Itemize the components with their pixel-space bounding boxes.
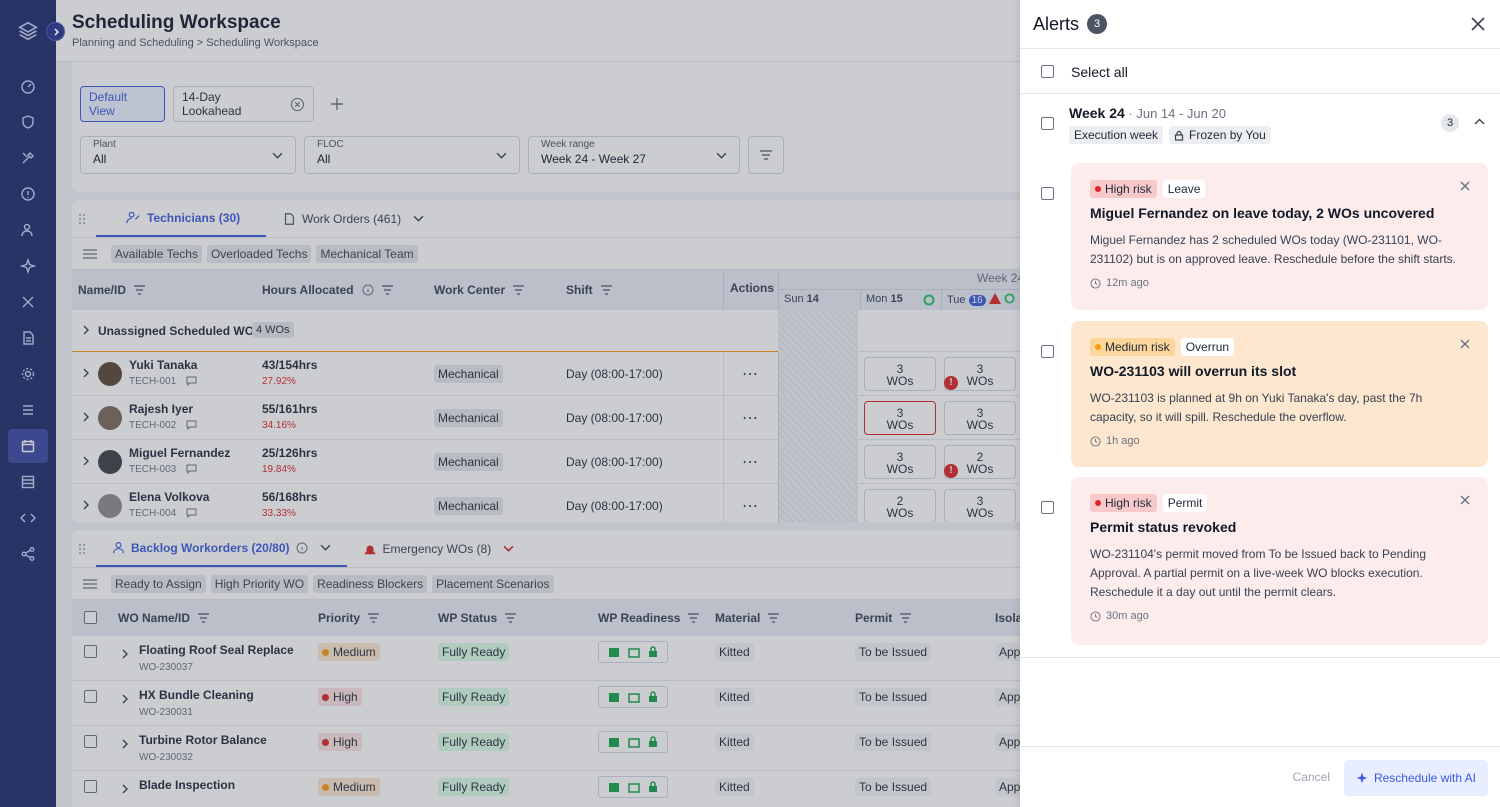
frozen-label: Frozen by You <box>1189 128 1266 142</box>
week-title: Week 24 <box>1069 105 1125 121</box>
alert-type-badge: Permit <box>1162 494 1208 512</box>
risk-dot <box>1095 186 1101 192</box>
alert-checkbox[interactable] <box>1041 501 1054 514</box>
alert-checkbox[interactable] <box>1041 187 1054 200</box>
cancel-button[interactable]: Cancel <box>1293 770 1330 784</box>
drawer-footer: Cancel Reschedule with AI <box>1020 746 1500 807</box>
alert-type-badge: Overrun <box>1180 338 1235 356</box>
alert-card[interactable]: High risk Leave Miguel Fernandez on leav… <box>1071 163 1488 310</box>
risk-label: High risk <box>1105 182 1152 196</box>
select-all-row: Select all <box>1020 49 1500 94</box>
dismiss-icon[interactable] <box>1460 495 1470 505</box>
alert-time: 30m ago <box>1090 610 1468 622</box>
week-date-range: · Jun 14 - Jun 20 <box>1128 106 1226 121</box>
alerts-count-badge: 3 <box>1087 14 1108 34</box>
week-checkbox[interactable] <box>1041 117 1054 130</box>
week-group: Week 24 · Jun 14 - Jun 20 Execution week… <box>1020 94 1500 658</box>
week-alert-count: 3 <box>1441 114 1459 132</box>
alert-time: 1h ago <box>1090 435 1468 447</box>
chevron-right-icon <box>54 28 59 35</box>
alerts-title: Alerts <box>1033 13 1080 34</box>
alert-card[interactable]: High risk Permit Permit status revoked W… <box>1071 477 1488 645</box>
alerts-drawer: Alerts 3 Select all Week 24 · Jun 14 - J… <box>1020 0 1500 807</box>
lock-icon <box>1174 130 1184 141</box>
risk-dot <box>1095 344 1101 350</box>
alert-card[interactable]: Medium risk Overrun WO-231103 will overr… <box>1071 321 1488 467</box>
risk-dot <box>1095 500 1101 506</box>
risk-label: Medium risk <box>1105 340 1170 354</box>
modal-overlay[interactable] <box>0 0 1020 807</box>
dismiss-icon[interactable] <box>1460 339 1470 349</box>
alert-time-label: 12m ago <box>1106 277 1149 289</box>
risk-badge: High risk <box>1090 180 1157 198</box>
select-all-label[interactable]: Select all <box>1071 64 1128 80</box>
alert-type-badge: Leave <box>1162 180 1206 198</box>
close-icon[interactable] <box>1471 17 1485 31</box>
sidebar-expand-button[interactable] <box>46 22 65 41</box>
dismiss-icon[interactable] <box>1460 181 1470 191</box>
frozen-tag: Frozen by You <box>1169 126 1271 144</box>
clock-icon <box>1090 610 1101 622</box>
sparkle-icon <box>1356 772 1368 784</box>
execution-week-tag: Execution week <box>1069 126 1164 144</box>
alert-description: WO-231104's permit moved from To be Issu… <box>1090 547 1427 599</box>
alert-time: 12m ago <box>1090 277 1468 289</box>
execution-week-label: Execution week <box>1074 128 1159 142</box>
reschedule-ai-label: Reschedule with AI <box>1373 771 1476 785</box>
risk-badge: Medium risk <box>1090 338 1175 356</box>
alert-description: WO-231103 is planned at 9h on Yuki Tanak… <box>1090 391 1423 424</box>
select-all-checkbox[interactable] <box>1041 65 1054 78</box>
chevron-up-icon[interactable] <box>1474 118 1485 126</box>
alert-checkbox[interactable] <box>1041 345 1054 358</box>
alert-title: Permit status revoked <box>1090 519 1237 535</box>
risk-badge: High risk <box>1090 494 1157 512</box>
alert-description: Miguel Fernandez has 2 scheduled WOs tod… <box>1090 233 1457 266</box>
alert-time-label: 1h ago <box>1106 435 1140 447</box>
clock-icon <box>1090 435 1101 447</box>
alert-title: WO-231103 will overrun its slot <box>1090 363 1297 379</box>
risk-label: High risk <box>1105 496 1152 510</box>
alert-time-label: 30m ago <box>1106 610 1149 622</box>
reschedule-ai-button[interactable]: Reschedule with AI <box>1343 760 1488 796</box>
clock-icon <box>1090 277 1101 289</box>
alert-title: Miguel Fernandez on leave today, 2 WOs u… <box>1090 205 1435 221</box>
